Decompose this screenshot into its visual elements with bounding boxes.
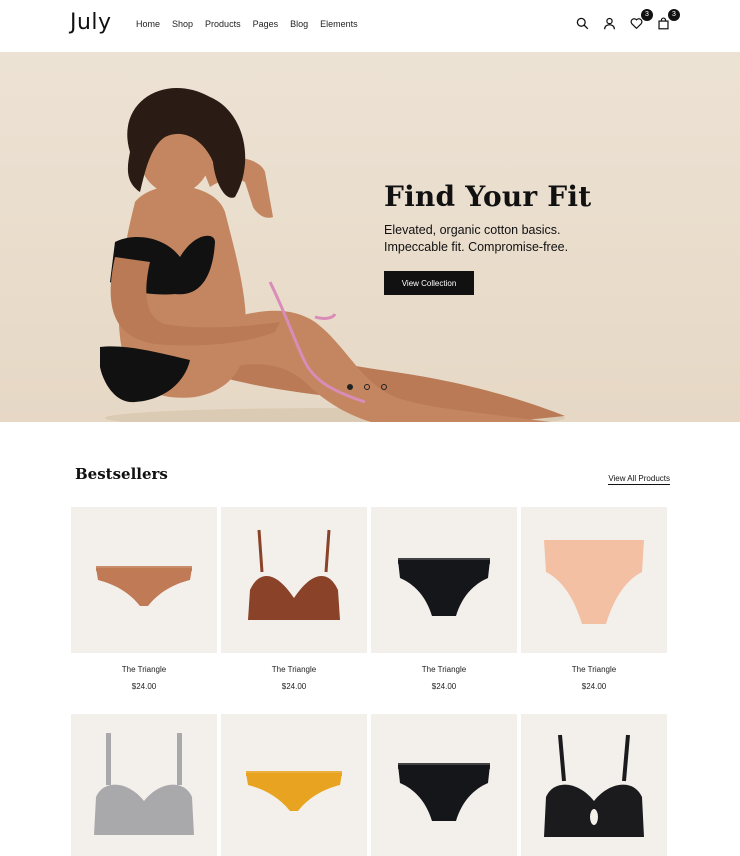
- product-image-thong: [96, 566, 192, 606]
- slider-dot-3[interactable]: [381, 384, 387, 390]
- product-image-brief: [398, 558, 490, 616]
- product-image[interactable]: [71, 507, 217, 653]
- product-card[interactable]: [221, 714, 367, 856]
- product-price: $24.00: [281, 682, 307, 691]
- product-card[interactable]: [521, 714, 667, 856]
- nav-elements[interactable]: Elements: [320, 19, 358, 29]
- product-price: $24.00: [431, 682, 457, 691]
- product-grid: The Triangle $24.00 The Triangle $24.00 The …: [71, 507, 669, 856]
- site-header: July Home Shop Products Pages Blog Eleme…: [0, 0, 740, 52]
- product-card[interactable]: The Triangle $24.00: [371, 507, 517, 714]
- product-image-brief: [398, 763, 490, 821]
- wishlist-count-badge: 3: [641, 9, 653, 21]
- slider-dot-1[interactable]: [347, 384, 353, 390]
- hero-banner: Find Your Fit Elevated, organic cotton b…: [0, 52, 740, 422]
- hero-subtitle-line1: Elevated, organic cotton basics.: [384, 223, 561, 237]
- product-image[interactable]: [521, 507, 667, 653]
- product-card[interactable]: The Triangle $24.00: [71, 507, 217, 714]
- slider-dot-2[interactable]: [364, 384, 370, 390]
- product-name[interactable]: The Triangle: [221, 665, 367, 674]
- cart-count-badge: 3: [668, 9, 680, 21]
- product-info: The Triangle $24.00: [221, 653, 367, 714]
- logo[interactable]: July: [70, 10, 112, 35]
- product-card[interactable]: [71, 714, 217, 856]
- search-icon[interactable]: [576, 17, 589, 30]
- product-image-thong: [246, 771, 342, 811]
- product-info: The Triangle $24.00: [371, 653, 517, 714]
- hero-subtitle-line2: Impeccable fit. Compromise-free.: [384, 240, 569, 254]
- cart-button[interactable]: 3: [657, 9, 680, 30]
- header-icons: 3 3: [576, 9, 680, 30]
- nav-shop[interactable]: Shop: [172, 19, 193, 29]
- product-info: The Triangle $24.00: [71, 653, 217, 714]
- section-title: Bestsellers: [75, 465, 168, 483]
- slider-dots: [347, 384, 387, 390]
- user-icon[interactable]: [603, 17, 616, 30]
- product-info: The Triangle $24.00: [521, 653, 667, 714]
- product-image[interactable]: [71, 714, 217, 856]
- product-card[interactable]: [371, 714, 517, 856]
- main-nav: Home Shop Products Pages Blog Elements: [136, 19, 358, 29]
- bag-icon: [658, 17, 669, 30]
- product-name[interactable]: The Triangle: [71, 665, 217, 674]
- product-image-sport-bra: [94, 733, 194, 835]
- product-price: $24.00: [131, 682, 157, 691]
- product-name[interactable]: The Triangle: [371, 665, 517, 674]
- product-image[interactable]: [521, 714, 667, 856]
- nav-home[interactable]: Home: [136, 19, 160, 29]
- product-image[interactable]: [371, 714, 517, 856]
- nav-blog[interactable]: Blog: [290, 19, 308, 29]
- wishlist-button[interactable]: 3: [630, 9, 653, 30]
- hero-title: Find Your Fit: [384, 180, 592, 213]
- hero-subtitle: Elevated, organic cotton basics. Impecca…: [384, 222, 644, 256]
- product-image[interactable]: [221, 507, 367, 653]
- product-card[interactable]: The Triangle $24.00: [521, 507, 667, 714]
- nav-products[interactable]: Products: [205, 19, 241, 29]
- product-image-keyhole-bra: [544, 734, 644, 837]
- product-image[interactable]: [371, 507, 517, 653]
- view-all-products-link[interactable]: View All Products: [608, 474, 670, 485]
- heart-icon: [630, 18, 643, 29]
- product-price: $24.00: [581, 682, 607, 691]
- product-image-highwaist: [544, 540, 644, 624]
- product-image[interactable]: [221, 714, 367, 856]
- nav-pages[interactable]: Pages: [253, 19, 279, 29]
- view-collection-button[interactable]: View Collection: [384, 271, 474, 295]
- product-image-bralette: [248, 529, 340, 620]
- product-name[interactable]: The Triangle: [521, 665, 667, 674]
- product-card[interactable]: The Triangle $24.00: [221, 507, 367, 714]
